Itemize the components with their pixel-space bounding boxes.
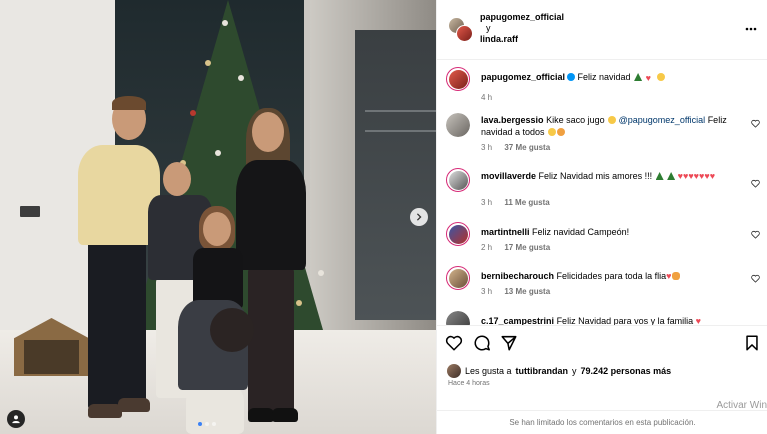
author-names: papugomez_official y linda.raff <box>480 12 564 45</box>
comment-username[interactable]: movillaverde <box>481 171 536 181</box>
comment-meta: 4 h <box>481 93 502 102</box>
post-timestamp: Hace 4 horas <box>448 380 490 387</box>
author-link-2[interactable]: linda.raff <box>480 34 564 45</box>
comment-username[interactable]: lava.bergessio <box>481 115 544 125</box>
like-comment-heart-icon[interactable] <box>751 119 760 128</box>
likes-prefix: Les gusta a <box>465 366 512 376</box>
author-avatars[interactable] <box>448 17 474 43</box>
hearts-emoji-icon: ♥♥♥♥♥♥♥ <box>677 171 716 181</box>
heart-eyes-emoji-icon <box>557 128 566 136</box>
comment-meta: 3 h 11 Me gusta <box>481 198 560 207</box>
hands-emoji-icon <box>672 272 681 280</box>
tree-emoji-icon <box>634 73 643 81</box>
post-header: papugomez_official y linda.raff <box>437 0 767 60</box>
comment-text: Feliz navidad Campeón! <box>532 227 630 237</box>
liker-username[interactable]: tuttibrandan <box>516 366 569 376</box>
comment-avatar[interactable] <box>446 113 470 137</box>
woman <box>236 160 306 270</box>
comment-meta: 3 h 13 Me gusta <box>481 287 560 296</box>
comment-likes[interactable]: 11 Me gusta <box>504 198 549 207</box>
post-sidebar: papugomez_official y linda.raff papugome… <box>436 0 767 434</box>
comment-likes[interactable]: 17 Me gusta <box>504 243 550 252</box>
comment-meta: 3 h 37 Me gusta <box>481 143 560 152</box>
user-tag-button[interactable] <box>7 410 25 428</box>
like-comment-heart-icon[interactable] <box>751 274 760 283</box>
comments-list[interactable]: papugomez_official Feliz navidad ♥ 4 h l… <box>437 61 767 325</box>
likes-mid: y <box>572 366 577 376</box>
heart-icon[interactable] <box>445 334 463 352</box>
chevron-right-icon <box>416 213 422 221</box>
comment-text: Feliz navidad <box>577 72 631 82</box>
girl <box>193 248 243 308</box>
comment-username[interactable]: martintnelli <box>481 227 530 237</box>
comment-avatar[interactable] <box>446 168 470 192</box>
comment-likes[interactable]: 13 Me gusta <box>504 287 550 296</box>
comment-icon[interactable] <box>473 334 491 352</box>
laugh-emoji-icon <box>657 73 666 81</box>
comment-time: 2 h <box>481 243 493 252</box>
laugh-emoji-icon <box>608 116 617 124</box>
carousel-dots <box>198 422 216 426</box>
post-photo[interactable] <box>0 0 436 434</box>
share-icon[interactable] <box>500 334 518 352</box>
comment-avatar[interactable] <box>446 222 470 246</box>
woman-legs <box>248 268 294 418</box>
comment-time: 3 h <box>481 198 493 207</box>
heart-emoji-icon: ♥ <box>645 73 651 83</box>
comment-username[interactable]: papugomez_official <box>481 72 565 82</box>
likes-count[interactable]: 79.242 personas más <box>581 366 672 376</box>
comment-text: Felicidades para toda la flia <box>556 271 667 281</box>
comment-likes[interactable]: 37 Me gusta <box>504 143 550 152</box>
light-switch <box>20 206 40 217</box>
smile-emoji-icon <box>548 128 557 136</box>
comment-avatar[interactable] <box>446 67 470 91</box>
more-icon <box>745 27 757 31</box>
man-legs <box>88 240 146 410</box>
comment-text: Kike saco jugo <box>546 115 605 125</box>
window-right <box>355 30 436 320</box>
comment-meta: 2 h 17 Me gusta <box>481 243 560 252</box>
more-options-button[interactable] <box>744 22 758 36</box>
comment-username[interactable]: bernibecharouch <box>481 271 554 281</box>
comment-username[interactable]: c.17_campestrini <box>481 316 554 325</box>
windows-activation-watermark: Activar Win <box>716 400 767 411</box>
comment-mention[interactable]: @papugomez_official <box>619 115 706 125</box>
comment-time: 3 h <box>481 287 493 296</box>
comment-text: Feliz Navidad mis amores !!! <box>538 171 653 181</box>
verified-icon <box>567 73 576 81</box>
next-photo-button[interactable] <box>410 208 428 226</box>
author-and: y <box>486 23 491 33</box>
likes-summary[interactable]: Les gusta a tuttibrandan y 79.242 person… <box>447 364 671 378</box>
comment-text: Feliz Navidad para vos y la familia <box>556 316 694 325</box>
comment-avatar[interactable] <box>446 266 470 290</box>
user-tag-icon <box>12 415 20 424</box>
liker-avatar <box>447 364 461 378</box>
tree-emoji-icon <box>667 172 676 180</box>
comment-time: 4 h <box>481 93 493 102</box>
author-link-1[interactable]: papugomez_official <box>480 12 564 23</box>
heart-emoji-icon: ♥ <box>695 316 701 325</box>
comments-limited-notice: Se han limitado los comentarios en esta … <box>437 410 767 434</box>
comment-time: 3 h <box>481 143 493 152</box>
heart-emoji-icon: ♥ <box>666 271 672 281</box>
like-comment-heart-icon[interactable] <box>751 230 760 239</box>
comment-avatar[interactable] <box>446 311 470 325</box>
tree-emoji-icon <box>655 172 664 180</box>
like-comment-heart-icon[interactable] <box>751 179 760 188</box>
bookmark-icon[interactable] <box>743 334 761 352</box>
